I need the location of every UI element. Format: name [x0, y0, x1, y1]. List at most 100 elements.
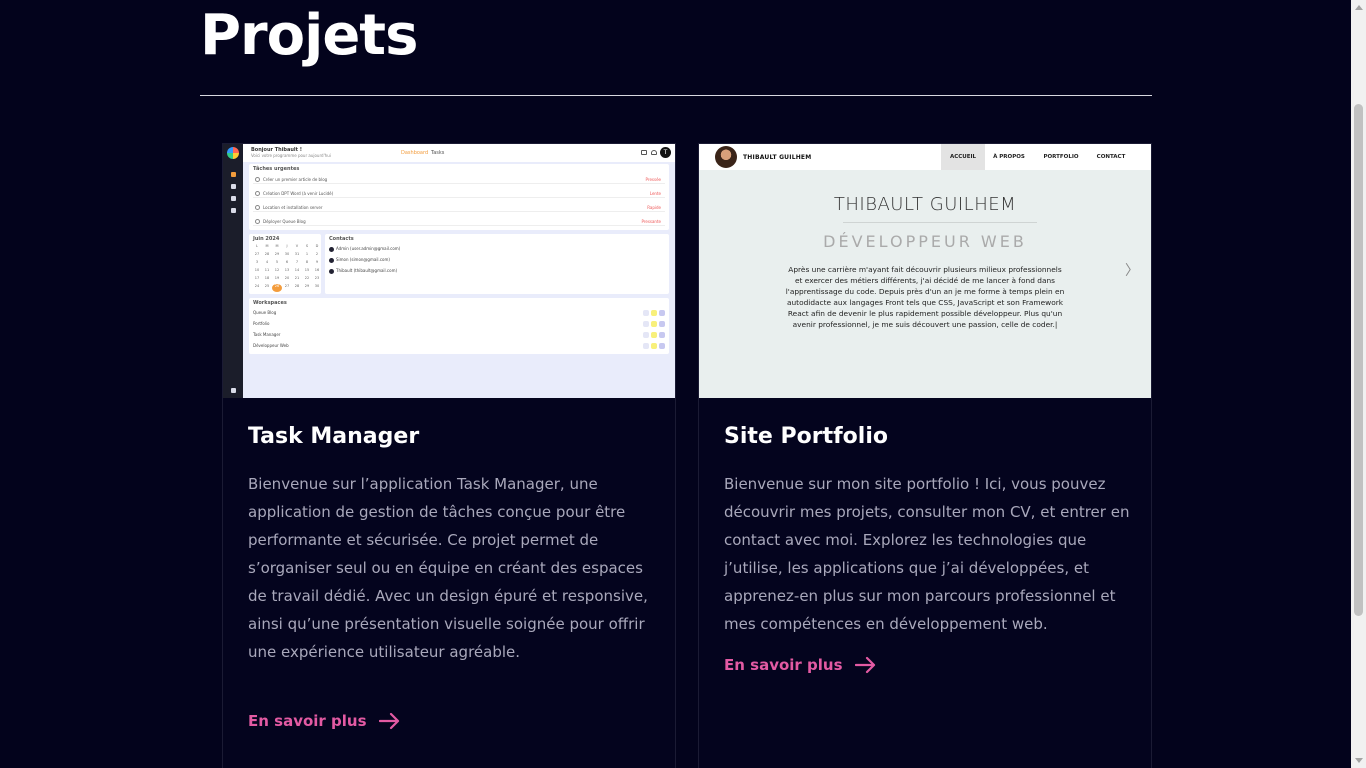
- calendar-day: 20: [284, 276, 290, 280]
- preview-brand: THIBAULT GUILHEM: [743, 154, 812, 161]
- calendar-day: V: [295, 244, 299, 248]
- preview-task-row: Créer un premier article de blog Pressée: [253, 176, 665, 184]
- preview-workspace: Développeur Web: [253, 343, 665, 353]
- calendar-day: 29: [274, 252, 280, 256]
- preview-calendar-grid: L M M J V S D 27 28 29 30 31 1 2 3 4 5 6 7 8 9 10 11 12 13 14 15 16…: [252, 244, 322, 292]
- scroll-up-icon[interactable]: [1355, 5, 1363, 10]
- task-manager-preview: Bonjour Thibault ! Voici votre programme…: [223, 144, 675, 398]
- calendar-day: 21: [294, 276, 300, 280]
- section-title: Projets: [200, 3, 418, 68]
- preview-urgent-tasks: Tâches urgentes Créer un premier article…: [249, 164, 669, 230]
- preview-workspaces: Workspaces Queue Blog Portfolio Task Man…: [249, 298, 669, 354]
- calendar-day: 8: [305, 260, 309, 264]
- project-description: Bienvenue sur mon site portfolio ! Ici, …: [724, 475, 1130, 633]
- page: Projets Bonjour Thibault ! Voici votre p…: [0, 0, 1351, 768]
- preview-rule: [843, 222, 1037, 223]
- calendar-day: 30: [284, 252, 290, 256]
- calendar-day: 15: [304, 268, 310, 272]
- project-description: Bienvenue sur l’application Task Manager…: [248, 475, 648, 661]
- calendar-day: 10: [254, 268, 260, 272]
- mail-icon: [641, 150, 647, 155]
- calendar-day: 25: [264, 284, 270, 288]
- project-title: Site Portfolio: [724, 424, 888, 449]
- preview-header: THIBAULT GUILHEM ACCUEIL À PROPOS PORTFO…: [699, 144, 1151, 170]
- calendar-day: 29: [304, 284, 310, 288]
- preview-calendar-title: Juin 2024: [253, 236, 280, 242]
- section-divider: [200, 95, 1152, 96]
- learn-more-link[interactable]: En savoir plus: [724, 656, 877, 674]
- calendar-day: 3: [255, 260, 259, 264]
- preview-workspace: Queue Blog: [253, 310, 665, 320]
- preview-role: DÉVELOPPEUR WEB: [823, 232, 1027, 251]
- calendar-day: 19: [274, 276, 280, 280]
- calendar-day: 18: [264, 276, 270, 280]
- calendar-day: 17: [254, 276, 260, 280]
- project-thumbnail[interactable]: THIBAULT GUILHEM ACCUEIL À PROPOS PORTFO…: [699, 144, 1151, 398]
- preview-nav-tasks: Tasks: [431, 150, 445, 156]
- calendar-day: 2: [315, 252, 319, 256]
- learn-more-link[interactable]: En savoir plus: [248, 712, 401, 730]
- preview-logo-icon: [227, 147, 239, 159]
- preview-subtitle: Voici votre programme pour aujourd'hui: [251, 153, 331, 158]
- project-title: Task Manager: [248, 424, 420, 449]
- preview-contacts-title: Contacts: [329, 236, 354, 242]
- scrollbar-thumb[interactable]: [1354, 104, 1363, 616]
- preview-contact: Thibault (thibault@gmail.com): [329, 268, 397, 276]
- folder-icon: [231, 208, 236, 213]
- calendar-day: D: [315, 244, 319, 248]
- preview-calendar: Juin 2024 L M M J V S D 27 28 29 30 31 1 2 3 4 5 6 7 8 9 10 11…: [249, 234, 321, 294]
- calendar-day: 26: [272, 284, 282, 292]
- preview-header: Bonjour Thibault ! Voici votre programme…: [243, 144, 675, 162]
- calendar-day: 6: [285, 260, 289, 264]
- calendar-day: 14: [294, 268, 300, 272]
- learn-more-label: En savoir plus: [724, 656, 843, 674]
- calendar-day: 1: [305, 252, 309, 256]
- calendar-day: S: [305, 244, 309, 248]
- calendar-day: 12: [274, 268, 280, 272]
- calendar-day: 16: [314, 268, 320, 272]
- preview-workspace: Portfolio: [253, 321, 665, 331]
- preview-urgent-title: Tâches urgentes: [253, 166, 300, 172]
- scroll-down-icon[interactable]: [1355, 758, 1363, 763]
- calendar-day: 27: [284, 284, 290, 288]
- calendar-day: M: [275, 244, 279, 248]
- preview-contact: Simon (simon@gmail.com): [329, 257, 390, 265]
- calendar-day: 30: [314, 284, 320, 288]
- preview-workspace: Task Manager: [253, 332, 665, 342]
- calendar-day: 9: [315, 260, 319, 264]
- calendar-day: 13: [284, 268, 290, 272]
- preview-intro: Après une carrière m'ayant fait découvri…: [785, 265, 1065, 329]
- bell-icon: [651, 150, 657, 155]
- preview-nav-accueil: ACCUEIL: [941, 144, 985, 170]
- preview-nav-contact: CONTACT: [1096, 154, 1126, 160]
- calendar-day: L: [256, 244, 258, 248]
- calendar-day: 7: [295, 260, 299, 264]
- vertical-scrollbar[interactable]: [1351, 0, 1366, 768]
- preview-avatar: T: [660, 147, 671, 158]
- calendar-day: 31: [294, 252, 300, 256]
- home-icon: [231, 172, 236, 177]
- calendar-icon: [231, 184, 236, 189]
- preview-name: THIBAULT GUILHEM: [833, 194, 1017, 215]
- users-icon: [231, 196, 236, 201]
- project-card-task-manager: Bonjour Thibault ! Voici votre programme…: [222, 143, 676, 768]
- learn-more-label: En savoir plus: [248, 712, 367, 730]
- arrow-right-icon: [378, 712, 399, 730]
- preview-sidebar: [223, 144, 243, 398]
- preview-avatar: [715, 146, 737, 168]
- arrow-right-icon: [854, 656, 875, 674]
- preview-contact: Admin (user.admin@gmail.com): [329, 246, 400, 254]
- preview-task-row: Location et installation server Rapide: [253, 204, 665, 212]
- preview-nav-portfolio: PORTFOLIO: [1043, 154, 1079, 160]
- preview-task-row: Déployer Queue Blog Pressante: [253, 218, 665, 226]
- calendar-day: M: [265, 244, 269, 248]
- project-thumbnail[interactable]: Bonjour Thibault ! Voici votre programme…: [223, 144, 675, 398]
- calendar-day: 4: [265, 260, 269, 264]
- project-card-portfolio: THIBAULT GUILHEM ACCUEIL À PROPOS PORTFO…: [698, 143, 1152, 768]
- calendar-day: 27: [254, 252, 260, 256]
- preview-task-row: Création DPT Word (à venir Lucidé) Lente: [253, 190, 665, 198]
- calendar-day: 24: [254, 284, 260, 288]
- calendar-day: 23: [314, 276, 320, 280]
- preview-workspaces-title: Workspaces: [253, 300, 287, 306]
- portfolio-preview: THIBAULT GUILHEM ACCUEIL À PROPOS PORTFO…: [699, 144, 1151, 398]
